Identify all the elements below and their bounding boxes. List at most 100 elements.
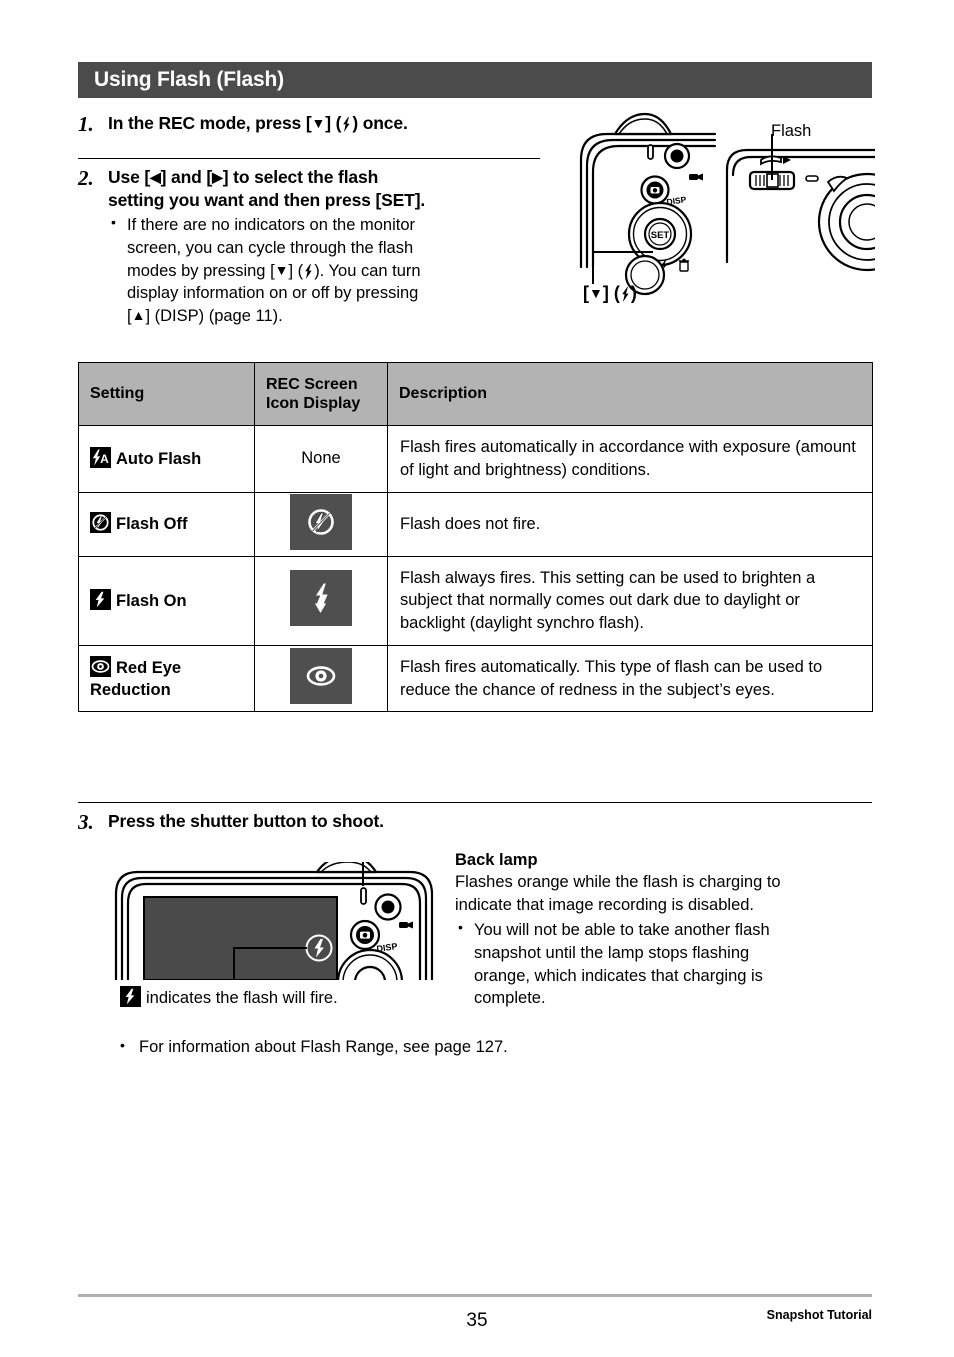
bl-bullet-line1: You will not be able to take another fla… (474, 920, 770, 939)
cell-description-flash-off: Flash does not fire. (387, 491, 873, 557)
back-lamp-title: Back lamp (455, 851, 538, 869)
step-1: 1. In the REC mode, press [▼] ( ) once. (78, 112, 548, 136)
step-1-text-a: In the REC mode, press [ (108, 113, 312, 133)
footer-section-label: Snapshot Tutorial (766, 1308, 872, 1322)
down-triangle-icon: ▼ (311, 115, 326, 131)
caption-text: indicates the flash will fire. (146, 989, 338, 1007)
flash-on-tile-icon (290, 570, 352, 627)
cell-description-red-eye: Flash fires automatically. This type of … (387, 644, 873, 713)
cell-description-auto-flash: Flash fires automatically in accordance … (387, 425, 873, 493)
step-2-text-b: ] and [ (160, 167, 213, 187)
left-triangle-icon: ◀ (150, 169, 161, 185)
flash-bolt-icon (342, 115, 351, 132)
setting-label: Flash Off (116, 515, 188, 534)
cell-setting-auto-flash: A Auto Flash (78, 425, 255, 493)
rec-icon-text: None (301, 449, 341, 468)
flash-bolt-icon (304, 263, 313, 279)
header-rec-screen-icon-display: REC Screen Icon Display (254, 362, 388, 426)
cell-rec-icon-flash-on (254, 555, 388, 646)
header-setting: Setting (78, 362, 255, 426)
step-2-heading-line1: Use [◀] and [▶] to select the flash (108, 166, 558, 189)
back-lamp-bullets: You will not be able to take another fla… (455, 918, 875, 1010)
table-header-row: Setting REC Screen Icon Display Descript… (78, 362, 873, 426)
flash-label: Flash (771, 122, 812, 140)
step-2-bullets: If there are no indicators on the monito… (108, 213, 558, 328)
movie-glyph-icon (689, 173, 703, 181)
camera-back-monitor-figure: DISP (114, 847, 459, 1016)
set-label: SET (651, 230, 670, 241)
step-1-text-b: ] ( (325, 113, 342, 133)
cell-rec-icon-auto-flash: None (254, 425, 388, 493)
flash-settings-table: Setting REC Screen Icon Display Descript… (78, 362, 873, 713)
step-3-number: 3. (78, 810, 94, 834)
back-lamp-line1: Flashes orange while the flash is chargi… (455, 873, 781, 892)
bullet-line-b: screen, you can cycle through the flash (127, 238, 414, 257)
page-title: Using Flash (Flash) (94, 68, 284, 91)
table-row: Flash Off Flash does not fire. (78, 491, 873, 557)
camera-back-svg: DISP (114, 847, 459, 1016)
svg-text:A: A (100, 452, 109, 466)
header-description: Description (387, 362, 873, 426)
flash-on-badge-icon (120, 986, 141, 1007)
table-row: A Auto Flash None Flash fires automatica… (78, 425, 873, 493)
bl-bullet-line4: complete. (474, 989, 546, 1008)
step-2-text-a: Use [ (108, 167, 151, 187)
bullet-line-e2: ] (DISP) (page 11). (145, 307, 283, 326)
header-icon-line1: REC Screen (266, 375, 358, 393)
bullet-line-c1: modes by pressing [ (127, 261, 275, 280)
cell-setting-red-eye-reduction: Red Eye Reduction (78, 644, 255, 713)
back-lamp-line2: indicate that image recording is disable… (455, 896, 755, 915)
step-2-number: 2. (78, 166, 94, 190)
red-eye-badge-icon (90, 656, 111, 678)
movie-glyph-icon (399, 921, 413, 929)
flash-range-note: For information about Flash Range, see p… (120, 1037, 508, 1057)
bullet-line-c2: ] ( (288, 261, 304, 280)
bullet-line-d: display information on or off by pressin… (127, 284, 419, 303)
cell-setting-flash-off: Flash Off (78, 491, 255, 557)
callout-text-c: ) (630, 283, 637, 303)
setting-label: Auto Flash (116, 450, 202, 469)
back-lamp-note: Back lamp Flashes orange while the flash… (455, 850, 875, 1010)
step-1-number: 1. (78, 112, 94, 136)
step-3: 3. Press the shutter button to shoot. (78, 810, 678, 834)
down-triangle-icon: ▼ (589, 285, 603, 301)
step-3-heading: Press the shutter button to shoot. (108, 811, 384, 831)
bl-bullet-line3: orange, which indicates that charging is (474, 966, 763, 985)
manual-page: Using Flash (Flash) 1. In the REC mode, … (0, 0, 954, 1357)
header-icon-line2: Icon Display (266, 395, 361, 412)
step-2-bullet-1: If there are no indicators on the monito… (108, 213, 558, 328)
cell-rec-icon-red-eye (254, 644, 388, 713)
table-row: Red Eye Reduction Flash fires automatica… (78, 644, 873, 713)
callout-text-b: ] ( (602, 283, 620, 303)
red-eye-tile-icon (290, 648, 352, 705)
bullet-line-a: If there are no indicators on the monito… (127, 216, 415, 235)
flash-on-badge-icon (90, 588, 111, 610)
down-key-flash-callout: [▼] () (583, 283, 637, 304)
bl-bullet-line2: snapshot until the lamp stops flashing (474, 943, 750, 962)
right-triangle-icon: ▶ (212, 169, 223, 185)
bullet-line-c3: ). You can turn (314, 261, 421, 280)
step-2: 2. Use [◀] and [▶] to select the flash s… (78, 166, 558, 328)
up-triangle-icon: ▲ (131, 307, 146, 324)
flash-off-badge-icon (90, 512, 111, 534)
flash-bolt-icon (621, 286, 630, 302)
auto-flash-badge-icon: A (90, 447, 111, 469)
flash-will-fire-caption: indicates the flash will fire. (120, 986, 338, 1008)
cell-setting-flash-on: Flash On (78, 555, 255, 646)
trash-icon (679, 258, 689, 272)
step-1-text-c: ) once. (352, 113, 408, 133)
table-row: Flash On Flash always fires. This settin… (78, 555, 873, 646)
step-2-heading-line2: setting you want and then press [SET]. (108, 190, 426, 211)
step-divider-rule (78, 158, 540, 159)
cell-description-flash-on: Flash always fires. This setting can be … (387, 555, 873, 646)
step-2-text-c: ] to select the flash (222, 167, 379, 187)
cell-rec-icon-flash-off (254, 491, 388, 557)
down-triangle-icon: ▼ (274, 261, 289, 278)
section-heading-bar: Using Flash (Flash) (78, 62, 872, 98)
step-2-heading: Use [◀] and [▶] to select the flash sett… (108, 166, 558, 212)
camera-figure-svg: DISP SET (579, 112, 917, 296)
back-lamp-bullet: You will not be able to take another fla… (455, 918, 875, 1010)
footer-divider (78, 1294, 872, 1297)
setting-label: Flash On (116, 591, 187, 610)
step-1-heading: In the REC mode, press [▼] ( ) once. (108, 112, 548, 135)
